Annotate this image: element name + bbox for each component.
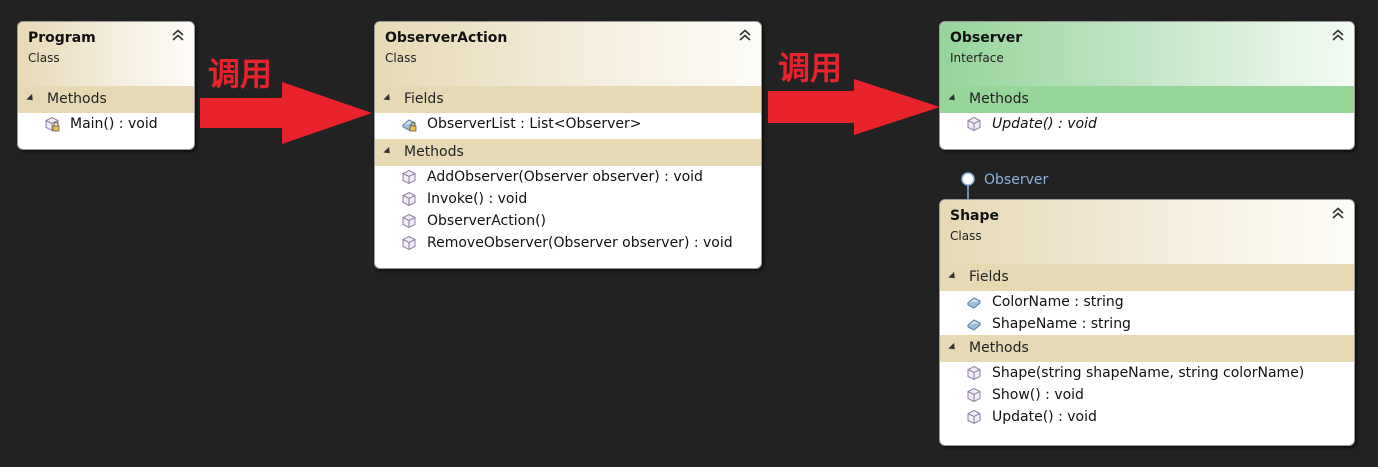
member-observer-list[interactable]: ObserverList : List<Observer> <box>375 113 761 135</box>
fields-section-header[interactable]: Fields <box>375 86 761 113</box>
collapse-chevron-icon[interactable] <box>171 28 185 42</box>
member-add-observer[interactable]: AddObserver(Observer observer) : void <box>375 166 761 188</box>
member-update[interactable]: Update() : void <box>940 113 1354 135</box>
observer-action-header: ObserverAction Class <box>375 22 761 86</box>
method-icon <box>967 366 981 380</box>
class-title: Program <box>28 30 96 46</box>
methods-section-header[interactable]: Methods <box>940 86 1354 113</box>
method-icon <box>402 170 416 184</box>
member-constructor[interactable]: ObserverAction() <box>375 210 761 232</box>
lollipop-label: Observer <box>984 172 1049 188</box>
call-arrow-2-label: 调用 <box>778 49 843 87</box>
class-stereotype: Class <box>28 51 60 65</box>
private-method-icon <box>45 117 60 132</box>
member-shape-name[interactable]: ShapeName : string <box>940 313 1354 335</box>
program-class-box[interactable]: Program Class Methods Main() : void <box>17 21 195 150</box>
observer-action-class-box[interactable]: ObserverAction Class Fields ObserverList… <box>374 21 762 269</box>
method-icon <box>402 192 416 206</box>
expand-triangle-icon <box>26 93 36 103</box>
method-icon <box>402 214 416 228</box>
class-stereotype: Class <box>385 51 417 65</box>
expand-triangle-icon <box>383 93 393 103</box>
member-update[interactable]: Update() : void <box>940 406 1354 428</box>
member-shape-constructor[interactable]: Shape(string shapeName, string colorName… <box>940 362 1354 384</box>
member-remove-observer[interactable]: RemoveObserver(Observer observer) : void <box>375 232 761 254</box>
member-main[interactable]: Main() : void <box>18 113 194 135</box>
interface-lollipop-icon <box>961 172 975 201</box>
field-icon <box>967 319 981 331</box>
class-title: Shape <box>950 208 1000 224</box>
call-arrow-2 <box>768 79 940 135</box>
expand-triangle-icon <box>948 271 958 281</box>
method-icon <box>967 117 981 131</box>
collapse-chevron-icon[interactable] <box>1331 28 1345 42</box>
call-arrow-1-label: 调用 <box>208 55 273 93</box>
shape-header: Shape Class <box>940 200 1354 264</box>
expand-triangle-icon <box>383 146 393 156</box>
member-invoke[interactable]: Invoke() : void <box>375 188 761 210</box>
methods-section-header[interactable]: Methods <box>375 139 761 166</box>
shape-class-box[interactable]: Shape Class Fields ColorName : string Sh… <box>939 199 1355 446</box>
private-field-icon <box>402 119 417 132</box>
method-icon <box>402 236 416 250</box>
member-show[interactable]: Show() : void <box>940 384 1354 406</box>
expand-triangle-icon <box>948 93 958 103</box>
class-stereotype: Class <box>950 229 982 243</box>
program-header: Program Class <box>18 22 194 86</box>
collapse-chevron-icon[interactable] <box>1331 206 1345 220</box>
expand-triangle-icon <box>948 342 958 352</box>
interface-stereotype: Interface <box>950 51 1004 65</box>
class-title: ObserverAction <box>385 30 508 46</box>
observer-header: Observer Interface <box>940 22 1354 86</box>
methods-section-header[interactable]: Methods <box>18 86 194 113</box>
collapse-chevron-icon[interactable] <box>738 28 752 42</box>
method-icon <box>967 388 981 402</box>
field-icon <box>967 297 981 309</box>
interface-title: Observer <box>950 30 1023 46</box>
member-color-name[interactable]: ColorName : string <box>940 291 1354 313</box>
fields-section-header[interactable]: Fields <box>940 264 1354 291</box>
methods-section-header[interactable]: Methods <box>940 335 1354 362</box>
observer-interface-box[interactable]: Observer Interface Methods Update() : vo… <box>939 21 1355 150</box>
method-icon <box>967 410 981 424</box>
